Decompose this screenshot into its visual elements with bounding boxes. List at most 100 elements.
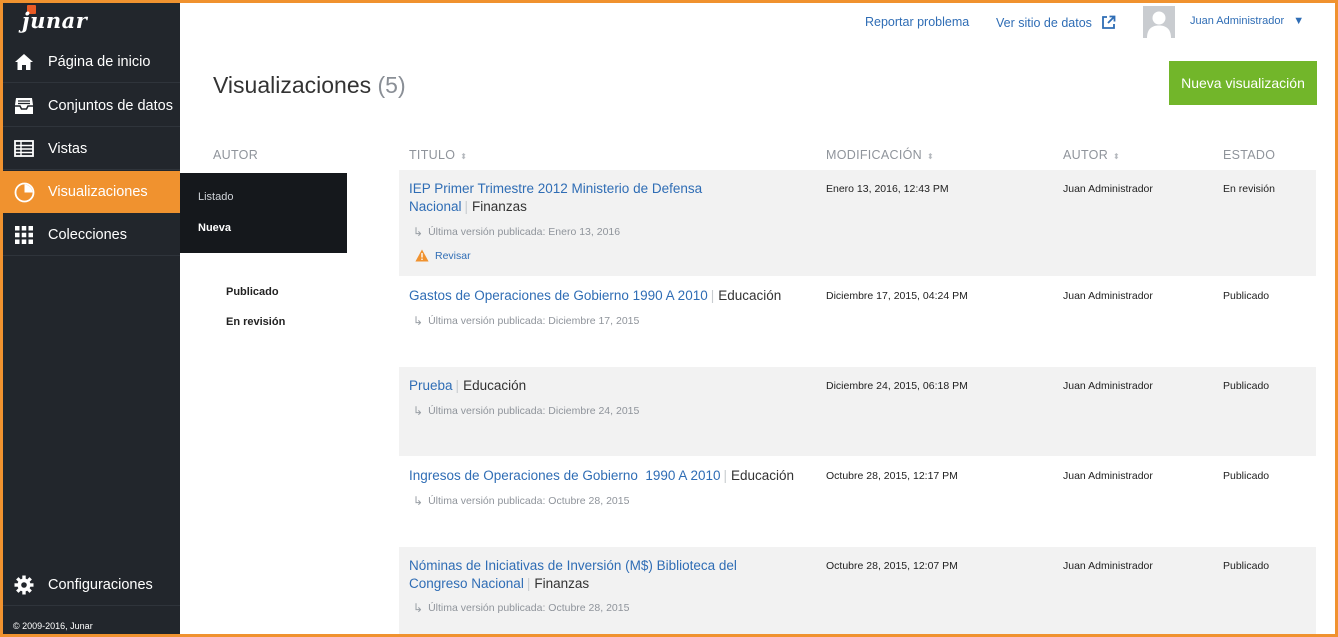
- row-modified: Diciembre 24, 2015, 06:18 PM: [826, 380, 968, 392]
- row-published-text: Última versión publicada: Diciembre 24, …: [428, 405, 640, 417]
- return-arrow-icon: ↳: [413, 601, 424, 615]
- user-silhouette-icon: [1147, 11, 1171, 38]
- row-published-text: Última versión publicada: Diciembre 17, …: [428, 315, 640, 327]
- sidebar-item-label: Configuraciones: [48, 576, 153, 593]
- inbox-icon: [0, 97, 48, 115]
- sort-icon: ⬍: [926, 152, 934, 161]
- row-modified: Enero 13, 2016, 12:43 PM: [826, 183, 949, 195]
- row-published-text: Última versión publicada: Octubre 28, 20…: [428, 602, 630, 614]
- row-published: ↳ Última versión publicada: Octubre 28, 2…: [413, 494, 629, 508]
- copyright: © 2009-2016, Junar: [13, 621, 93, 631]
- row-state: Publicado: [1223, 560, 1270, 572]
- filter-author-header: AUTOR: [213, 148, 259, 162]
- row-state: Publicado: [1223, 470, 1270, 482]
- row-category: Educación: [718, 288, 782, 303]
- row-category: Educación: [731, 468, 795, 483]
- row-title-link[interactable]: IEP Primer Trimestre 2012 Ministerio de …: [409, 181, 702, 214]
- new-visualization-button[interactable]: Nueva visualización: [1169, 61, 1317, 105]
- table-row: Ingresos de Operaciones de Gobierno 1990…: [399, 457, 1316, 546]
- row-title: Nóminas de Iniciativas de Inversión (M$)…: [409, 558, 737, 591]
- return-arrow-icon: ↳: [413, 225, 424, 239]
- sort-icon: ⬍: [1113, 152, 1121, 161]
- row-title-link[interactable]: Prueba: [409, 378, 453, 393]
- table-row: Gastos de Operaciones de Gobierno 1990 A…: [399, 277, 1316, 365]
- filter-state-published[interactable]: Publicado: [226, 286, 279, 298]
- row-published: ↳ Última versión publicada: Diciembre 17,…: [413, 314, 639, 328]
- return-arrow-icon: ↳: [413, 404, 424, 418]
- return-arrow-icon: ↳: [413, 314, 424, 328]
- user-name: Juan Administrador: [1190, 15, 1285, 27]
- view-data-site-label: Ver sitio de datos: [996, 16, 1092, 30]
- table-row: Nóminas de Iniciativas de Inversión (M$)…: [399, 547, 1316, 634]
- column-header-label: TITULO: [409, 148, 456, 162]
- sidebar-item-datasets[interactable]: Conjuntos de datos: [0, 85, 180, 127]
- row-state: Publicado: [1223, 290, 1270, 302]
- avatar[interactable]: [1143, 6, 1175, 38]
- row-category: Finanzas: [472, 199, 527, 214]
- report-problem-link[interactable]: Reportar problema: [865, 15, 969, 29]
- caret-down-icon: ▼: [1293, 15, 1305, 27]
- row-state: Publicado: [1223, 380, 1270, 392]
- row-author: Juan Administrador: [1063, 290, 1153, 302]
- sidebar-item-label: Conjuntos de datos: [48, 97, 173, 114]
- submenu-item-list[interactable]: Listado: [198, 191, 233, 203]
- sidebar-item-collections[interactable]: Colecciones: [0, 214, 180, 256]
- review-label: Revisar: [435, 249, 471, 262]
- table-row: IEP Primer Trimestre 2012 Ministerio de …: [399, 170, 1316, 276]
- pie-chart-icon: [0, 182, 48, 203]
- visualizations-submenu: Listado Nueva: [180, 173, 347, 253]
- review-link[interactable]: Revisar: [415, 249, 471, 262]
- home-icon: [0, 53, 48, 71]
- row-state: En revisión: [1223, 183, 1275, 195]
- row-title: Ingresos de Operaciones de Gobierno 1990…: [409, 468, 795, 483]
- row-published: ↳ Última versión publicada: Octubre 28, 2…: [413, 601, 629, 615]
- sidebar-item-label: Vistas: [48, 140, 88, 157]
- filter-state-in-review[interactable]: En revisión: [226, 316, 285, 328]
- row-title: Prueba | Educación: [409, 378, 527, 393]
- row-author: Juan Administrador: [1063, 380, 1153, 392]
- page-title-count: (5): [377, 72, 406, 98]
- user-menu[interactable]: Juan Administrador ▼: [1190, 15, 1304, 27]
- sort-icon: ⬍: [460, 152, 468, 161]
- row-title-link[interactable]: Gastos de Operaciones de Gobierno 1990 A…: [409, 288, 708, 303]
- sidebar-item-settings[interactable]: Configuraciones: [0, 564, 180, 606]
- page-title: Visualizaciones (5): [213, 72, 406, 99]
- page-title-text: Visualizaciones: [213, 72, 372, 98]
- view-data-site-link[interactable]: Ver sitio de datos: [996, 15, 1116, 33]
- column-header-title[interactable]: TITULO ⬍: [409, 148, 467, 162]
- row-author: Juan Administrador: [1063, 470, 1153, 482]
- sidebar-item-visualizations[interactable]: Visualizaciones: [0, 171, 180, 213]
- external-link-icon: [1101, 15, 1116, 33]
- submenu-item-new[interactable]: Nueva: [198, 222, 231, 234]
- table-icon: [0, 140, 48, 157]
- row-published: ↳ Última versión publicada: Diciembre 24,…: [413, 404, 639, 418]
- row-author: Juan Administrador: [1063, 183, 1153, 195]
- sidebar-item-label: Colecciones: [48, 226, 127, 243]
- sidebar-item-views[interactable]: Vistas: [0, 128, 180, 170]
- row-title-link[interactable]: Ingresos de Operaciones de Gobierno 1990…: [409, 468, 720, 483]
- column-header-label: MODIFICACIÓN: [826, 148, 922, 162]
- row-category: Finanzas: [534, 576, 590, 591]
- sidebar-item-home[interactable]: Página de inicio: [0, 41, 180, 83]
- column-header-modified[interactable]: MODIFICACIÓN ⬍: [826, 148, 934, 162]
- warning-icon: [415, 249, 429, 262]
- column-header-author[interactable]: AUTOR ⬍: [1063, 148, 1120, 162]
- column-header-label: AUTOR: [1063, 148, 1109, 162]
- table-row: Prueba | Educación ↳ Última versión publica…: [399, 367, 1316, 456]
- sidebar-item-label: Página de inicio: [48, 53, 151, 70]
- row-published-text: Última versión publicada: Enero 13, 2016: [428, 226, 621, 238]
- row-published: ↳ Última versión publicada: Enero 13, 201…: [413, 225, 620, 239]
- return-arrow-icon: ↳: [413, 494, 424, 508]
- row-published-text: Última versión publicada: Octubre 28, 20…: [428, 495, 630, 507]
- grid-icon: [0, 225, 48, 244]
- gear-icon: [0, 575, 48, 595]
- sidebar: junar Página de inicio Conjuntos de dato…: [0, 0, 180, 637]
- row-modified: Octubre 28, 2015, 12:07 PM: [826, 560, 958, 572]
- row-title: Gastos de Operaciones de Gobierno 1990 A…: [409, 288, 782, 303]
- row-title: IEP Primer Trimestre 2012 Ministerio de …: [409, 181, 703, 214]
- column-header-state: ESTADO: [1223, 148, 1276, 162]
- sidebar-item-label: Visualizaciones: [48, 184, 148, 200]
- row-modified: Diciembre 17, 2015, 04:24 PM: [826, 290, 968, 302]
- row-author: Juan Administrador: [1063, 560, 1153, 572]
- logo[interactable]: junar: [22, 8, 87, 33]
